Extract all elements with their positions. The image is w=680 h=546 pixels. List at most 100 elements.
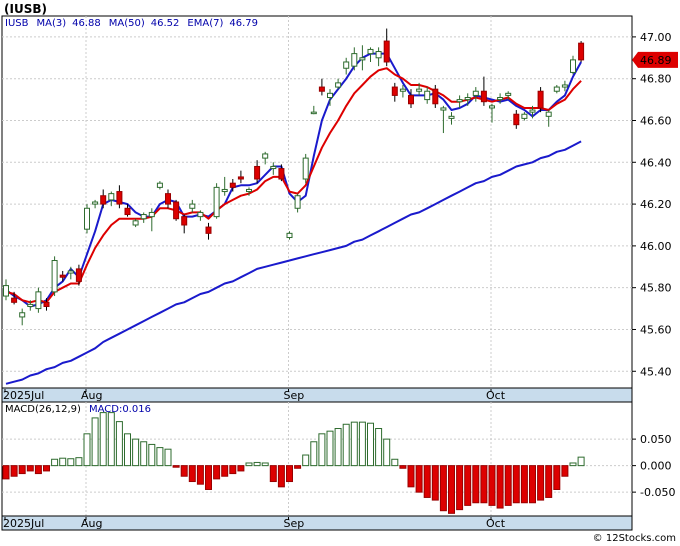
candle-body [578, 42, 585, 61]
candle-body [75, 268, 82, 282]
candle-body [416, 88, 423, 92]
candle-body [375, 51, 382, 59]
macd-bar [99, 412, 107, 467]
legend-item-name: MA(50) [109, 18, 145, 29]
x-tick-label: Sep [284, 517, 305, 530]
candle-body [173, 201, 180, 220]
candle-body [165, 193, 171, 205]
price-legend: IUSB MA(3) 46.88 MA(50) 46.52 EMA(7) 46.79 [5, 18, 258, 29]
macd-legend-value-name: MACD [89, 404, 119, 415]
macd-bar [164, 448, 172, 467]
macd-bar [269, 465, 277, 483]
candle [213, 183, 220, 219]
macd-bar [520, 465, 528, 504]
macd-bar [124, 433, 131, 467]
candle-body [286, 232, 293, 239]
macd-bar [286, 465, 293, 483]
x-tick-label: 2025Jul [3, 389, 44, 402]
macd-bar [448, 465, 455, 514]
macd-bar [75, 457, 83, 467]
macd-bar [577, 456, 585, 467]
price-tick-label: 46.00 [640, 240, 672, 253]
macd-x-axis: 2025Jul Aug Sep Oct [1, 515, 633, 531]
chart-title: (IUSB) [4, 2, 47, 16]
macd-bar [472, 465, 480, 504]
x-tick-label: Aug [81, 389, 102, 402]
candle-body [205, 226, 212, 234]
macd-bar [480, 465, 488, 504]
macd-tick-label: -0.050 [640, 486, 675, 499]
macd-bar [496, 465, 504, 509]
candle-body [424, 90, 431, 101]
price-tick-label: 45.80 [640, 282, 672, 295]
macd-bar [294, 465, 302, 469]
macd-bar [529, 465, 536, 504]
last-price-label: 46.89 [640, 54, 672, 67]
macd-bar [537, 465, 545, 501]
x-tick-label: Sep [284, 389, 305, 402]
macd-bar [43, 465, 50, 472]
macd-bar [302, 454, 310, 467]
macd-bar [229, 465, 237, 475]
candle-body [480, 90, 487, 103]
macd-bar [107, 412, 115, 467]
candle-body [148, 211, 155, 218]
candle-body [529, 109, 536, 113]
macd-y-axis: 0.050 0.000 -0.050 [632, 433, 675, 499]
macd-bar [115, 421, 123, 467]
macd-bar [245, 462, 253, 467]
candle-body [3, 285, 9, 297]
price-tick-label: 46.20 [640, 198, 672, 211]
macd-bar [277, 465, 285, 488]
candle-body [278, 168, 285, 180]
macd-bar [59, 457, 67, 467]
macd-legend: MACD(26,12,9) MACD:0.016 [5, 404, 151, 415]
macd-bar [334, 428, 342, 467]
macd-bar [326, 430, 334, 467]
legend-item-value: 46.79 [229, 18, 258, 29]
macd-bar [310, 441, 318, 467]
legend-item-value: 46.52 [151, 18, 180, 29]
macd-bar [2, 465, 10, 480]
price-tick-label: 46.40 [640, 156, 672, 169]
legend-item-value: 46.88 [72, 18, 101, 29]
macd-bar [253, 461, 261, 467]
candle [35, 287, 42, 313]
macd-bar [383, 438, 391, 467]
macd-bar [545, 465, 553, 498]
macd-bar [205, 465, 212, 490]
candle-body [521, 113, 528, 119]
candle-body [132, 220, 139, 226]
candle-body [213, 186, 220, 218]
candle [537, 87, 544, 113]
macd-bar [358, 421, 366, 467]
candle-body [221, 188, 228, 193]
candle [578, 41, 585, 62]
macd-bar [367, 422, 374, 467]
macd-bar [439, 465, 447, 512]
candle-body [448, 115, 455, 119]
candle-body [464, 97, 471, 101]
macd-bar [456, 465, 464, 511]
macd-legend-text: MACD(26,12,9) MACD:0.016 [5, 404, 151, 415]
macd-bar [67, 458, 75, 467]
price-x-axis: 2025Jul Aug Sep Oct [1, 387, 633, 403]
candle-body [318, 86, 325, 92]
candle-body [181, 216, 188, 226]
chart-canvas: (IUSB) 47.00 46.80 46.60 46.40 46.20 46.00 45.… [1, 2, 678, 544]
price-tick-label: 45.60 [640, 323, 672, 336]
candle-body [561, 84, 568, 88]
candle-body [254, 165, 261, 180]
candle-body [92, 201, 99, 205]
x-tick-label: Aug [81, 517, 102, 530]
candle-body [570, 59, 576, 73]
macd-bar [26, 465, 34, 472]
candle-body [505, 92, 512, 96]
candle [51, 256, 58, 297]
macd-tick-label: 0.000 [640, 460, 672, 473]
macd-bar [375, 428, 383, 467]
macd-bar [407, 465, 415, 488]
candle-body [513, 113, 520, 126]
legend-item-name: MA(3) [36, 18, 66, 29]
macd-bar [464, 465, 472, 506]
